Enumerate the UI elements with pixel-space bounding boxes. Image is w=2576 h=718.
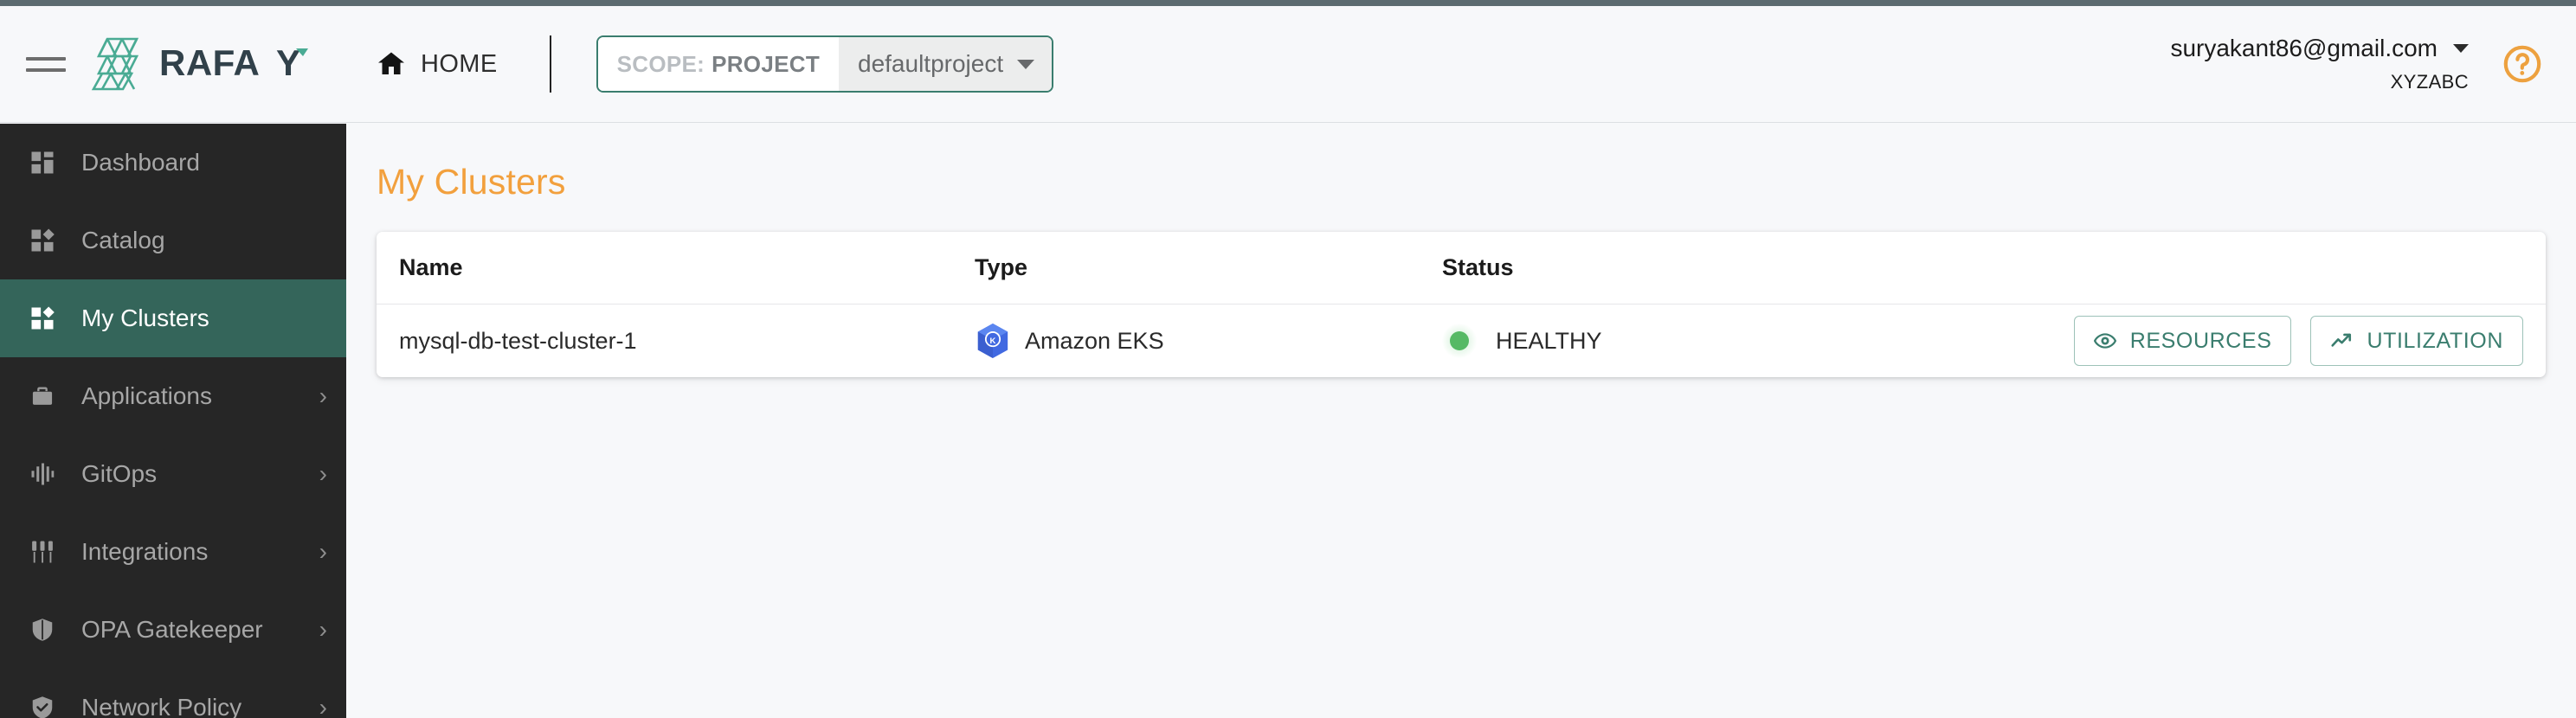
scope-label: SCOPE: — [616, 50, 705, 77]
window-top-strip — [0, 0, 2576, 6]
chevron-down-icon — [1017, 59, 1035, 69]
hamburger-icon[interactable] — [26, 49, 66, 79]
chevron-right-icon: › — [319, 616, 327, 643]
chevron-right-icon: › — [319, 694, 327, 718]
eye-icon — [2093, 333, 2116, 349]
scope-type-value: PROJECT — [712, 50, 820, 77]
cell-cluster-type: K Amazon EKS — [975, 323, 1442, 359]
sidebar-item-label: Integrations — [81, 538, 209, 565]
sidebar-item-applications[interactable]: Applications › — [0, 357, 346, 435]
shield-check-icon — [23, 689, 62, 718]
sliders-icon — [23, 534, 62, 570]
account-text: suryakant86@gmail.com XYZABC — [2170, 35, 2469, 93]
sidebar-item-network-policy[interactable]: Network Policy › — [0, 669, 346, 718]
utilization-button[interactable]: UTILIZATION — [2310, 316, 2523, 366]
column-header-name: Name — [399, 254, 463, 280]
kubernetes-eks-icon: K — [977, 323, 1008, 359]
sidebar-item-label: Applications — [81, 382, 212, 409]
home-nav-link[interactable]: HOME — [376, 48, 498, 80]
account-menu-button[interactable]: suryakant86@gmail.com — [2170, 35, 2469, 62]
scope-type: SCOPE: PROJECT — [597, 37, 839, 91]
utilization-button-label: UTILIZATION — [2367, 328, 2503, 353]
svg-text:Y: Y — [276, 45, 300, 83]
sidebar-item-integrations[interactable]: Integrations › — [0, 513, 346, 591]
home-label: HOME — [421, 49, 498, 78]
project-dropdown[interactable]: defaultproject — [839, 37, 1053, 91]
sidebar-nav: Dashboard Catalog My Clusters Applicatio… — [0, 124, 346, 718]
resources-button[interactable]: RESOURCES — [2073, 316, 2292, 366]
chevron-down-icon — [2453, 44, 2469, 53]
column-header-type: Type — [975, 254, 1028, 280]
rafay-wordmark-icon: RAFA Y — [159, 45, 308, 83]
cell-cluster-status: HEALTHY — [1442, 324, 2074, 358]
help-circle-icon[interactable] — [2502, 43, 2543, 85]
chevron-right-icon: › — [319, 382, 327, 409]
project-name: defaultproject — [858, 50, 1004, 77]
account-email: suryakant86@gmail.com — [2170, 35, 2438, 61]
table-row[interactable]: mysql-db-test-cluster-1 K Amazon EKS HEA… — [377, 305, 2546, 377]
sidebar-item-dashboard[interactable]: Dashboard — [0, 124, 346, 202]
column-header-status: Status — [1442, 254, 1514, 280]
table-header-row: Name Type Status — [377, 232, 2546, 305]
account-org: XYZABC — [2390, 71, 2469, 93]
page-title: My Clusters — [377, 162, 566, 202]
sidebar-item-label: Catalog — [81, 227, 165, 253]
sidebar-item-my-clusters[interactable]: My Clusters — [0, 279, 346, 357]
row-actions: RESOURCES UTILIZATION — [2073, 316, 2523, 366]
clusters-icon — [23, 300, 62, 337]
hamburger-bar — [26, 67, 66, 72]
main-content: My Clusters Name Type Status mysql-db-te… — [346, 124, 2576, 718]
app-header: RAFA Y HOME SCOPE: PROJECT defaultprojec… — [0, 6, 2576, 123]
trending-up-icon — [2331, 333, 2352, 347]
sidebar-item-label: Dashboard — [81, 149, 200, 176]
gitops-icon — [23, 456, 62, 492]
account-area: suryakant86@gmail.com XYZABC — [2170, 35, 2543, 93]
cell-cluster-name: mysql-db-test-cluster-1 — [399, 327, 637, 354]
cluster-type-label: Amazon EKS — [1025, 327, 1164, 354]
rafay-logomark-icon — [91, 37, 139, 91]
dashboard-icon — [23, 144, 62, 181]
status-dot-green — [1442, 324, 1477, 358]
sidebar-item-label: GitOps — [81, 460, 158, 487]
home-icon — [378, 52, 404, 74]
sidebar-item-catalog[interactable]: Catalog — [0, 202, 346, 279]
sidebar-item-label: Network Policy — [81, 694, 242, 718]
svg-text:K: K — [990, 337, 996, 346]
briefcase-icon — [23, 378, 62, 414]
clusters-table-card: Name Type Status mysql-db-test-cluster-1… — [377, 232, 2546, 377]
resources-button-label: RESOURCES — [2129, 328, 2272, 353]
status-badge: HEALTHY — [1496, 327, 1602, 354]
chevron-right-icon: › — [319, 460, 327, 487]
status-dot-core — [1450, 331, 1469, 350]
sidebar-item-label: OPA Gatekeeper — [81, 616, 263, 643]
scope-selector[interactable]: SCOPE: PROJECT defaultproject — [596, 35, 1054, 93]
shield-icon — [23, 612, 62, 648]
hamburger-bar — [26, 56, 66, 61]
chevron-right-icon: › — [319, 538, 327, 565]
svg-text:RAFA: RAFA — [159, 45, 260, 83]
brand-logo[interactable]: RAFA Y — [88, 35, 315, 93]
sidebar-item-opa-gatekeeper[interactable]: OPA Gatekeeper › — [0, 591, 346, 669]
catalog-icon — [23, 222, 62, 259]
header-divider — [549, 35, 551, 93]
sidebar-item-gitops[interactable]: GitOps › — [0, 435, 346, 513]
sidebar-item-label: My Clusters — [81, 305, 209, 331]
